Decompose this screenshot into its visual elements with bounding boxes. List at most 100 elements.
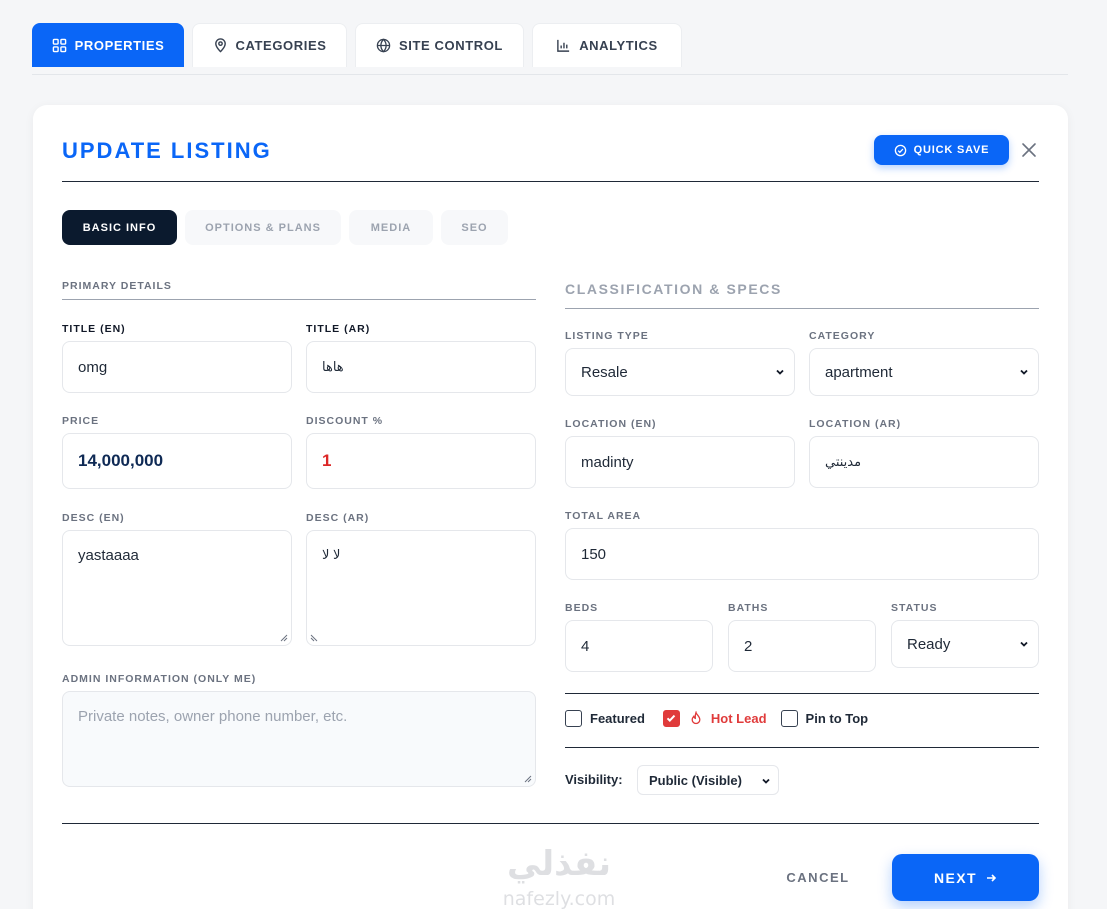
svg-text:nafezly.com: nafezly.com: [503, 888, 615, 909]
footer-divider: [62, 823, 1039, 824]
desc-en-value: yastaaaa: [78, 547, 139, 564]
subtab-label: SEO: [461, 221, 488, 234]
price-value: 14,000,000: [78, 451, 164, 470]
flags-top-divider: [565, 693, 1039, 694]
classification-heading: CLASSIFICATION & SPECS: [565, 281, 782, 297]
next-button[interactable]: NEXT: [892, 854, 1039, 901]
desc-en-label: DESC (EN): [62, 512, 125, 524]
subtab-options-plans[interactable]: OPTIONS & PLANS: [185, 210, 341, 245]
baths-label: BATHS: [728, 602, 769, 614]
check-circle-icon: [894, 144, 906, 156]
page-title: UPDATE LISTING: [62, 138, 272, 163]
header-divider: [62, 181, 1039, 182]
admin-info-label: ADMIN INFORMATION (ONLY ME): [62, 673, 257, 685]
status-label: STATUS: [891, 602, 938, 614]
total-area-input[interactable]: 150: [565, 528, 1039, 580]
subtab-label: MEDIA: [370, 221, 412, 234]
location-en-value: madinty: [581, 453, 634, 471]
discount-input[interactable]: 1: [306, 433, 536, 489]
category-select[interactable]: apartment: [809, 348, 1039, 396]
listing-type-label: LISTING TYPE: [565, 330, 649, 342]
featured-checkbox[interactable]: [565, 709, 582, 727]
next-label: NEXT: [934, 869, 977, 886]
title-ar-value: هاها: [322, 359, 344, 374]
baths-value: 2: [744, 637, 753, 655]
close-icon[interactable]: [1020, 141, 1038, 159]
visibility-select[interactable]: Public (Visible): [637, 765, 779, 795]
check-icon: [667, 714, 676, 723]
location-ar-label: LOCATION (AR): [809, 418, 902, 430]
listing-type-value: Resale: [581, 363, 628, 381]
featured-label: Featured: [590, 710, 645, 726]
svg-text:نفذلي: نفذلي: [507, 844, 611, 884]
watermark-logo: نفذلي nafezly.com: [503, 844, 615, 909]
admin-info-textarea[interactable]: Private notes, owner phone number, etc.: [62, 691, 536, 787]
location-en-input[interactable]: madinty: [565, 436, 795, 488]
hot-lead-checkbox[interactable]: [662, 709, 680, 727]
category-value: apartment: [825, 363, 893, 381]
resize-handle-icon[interactable]: [524, 775, 532, 783]
nav-tab-analytics[interactable]: ANALYTICS: [532, 23, 682, 67]
chevron-down-icon: [1020, 641, 1028, 647]
price-input[interactable]: 14,000,000: [62, 433, 292, 489]
price-label: PRICE: [62, 415, 100, 427]
location-ar-input[interactable]: مدينتي: [809, 436, 1039, 488]
total-area-value: 150: [581, 545, 607, 563]
grid-icon: [52, 38, 66, 53]
subtab-basic-info[interactable]: BASIC INFO: [62, 210, 177, 245]
title-en-label: TITLE (EN): [62, 323, 126, 335]
resize-handle-icon[interactable]: [280, 634, 288, 642]
nav-tab-categories[interactable]: CATEGORIES: [192, 23, 347, 67]
title-ar-input[interactable]: هاها: [306, 341, 536, 393]
flags-bottom-divider: [565, 747, 1039, 748]
globe-icon: [376, 38, 391, 53]
beds-label: BEDS: [565, 602, 599, 614]
location-ar-value: مدينتي: [825, 454, 862, 469]
desc-en-textarea[interactable]: yastaaaa: [62, 530, 292, 646]
pin-to-top-checkbox[interactable]: [780, 709, 798, 727]
status-value: Ready: [907, 635, 951, 653]
nav-tab-label: PROPERTIES: [74, 38, 165, 53]
visibility-label: Visibility:: [565, 772, 623, 787]
beds-input[interactable]: 4: [565, 620, 713, 672]
desc-ar-value: لا لا: [322, 547, 341, 562]
map-pin-icon: [214, 38, 226, 53]
pin-to-top-label: Pin to Top: [805, 710, 869, 726]
nav-tab-label: SITE CONTROL: [399, 38, 503, 53]
cancel-button[interactable]: CANCEL: [773, 867, 863, 887]
resize-handle-icon[interactable]: [310, 634, 318, 642]
top-nav: PROPERTIES CATEGORIES SITE CONTROL ANALY…: [32, 23, 1068, 75]
title-ar-label: TITLE (AR): [306, 323, 371, 335]
status-select[interactable]: Ready: [891, 620, 1039, 668]
nav-tab-properties[interactable]: PROPERTIES: [32, 23, 184, 67]
beds-value: 4: [581, 637, 590, 655]
visibility-value: Public (Visible): [649, 772, 742, 788]
arrow-right-icon: [986, 873, 997, 882]
listing-type-select[interactable]: Resale: [565, 348, 795, 396]
chevron-down-icon: [776, 369, 784, 375]
chevron-down-icon: [762, 778, 770, 784]
discount-label: DISCOUNT %: [306, 415, 384, 427]
admin-info-placeholder: Private notes, owner phone number, etc.: [78, 708, 348, 725]
location-en-label: LOCATION (EN): [565, 418, 657, 430]
nav-tab-site-control[interactable]: SITE CONTROL: [355, 23, 524, 67]
total-area-label: TOTAL AREA: [565, 510, 642, 522]
primary-details-divider: [62, 299, 536, 300]
update-listing-card: UPDATE LISTING QUICK SAVE BASIC INFO OPT…: [33, 105, 1068, 909]
flame-icon: [691, 710, 701, 724]
desc-ar-textarea[interactable]: لا لا: [306, 530, 536, 646]
primary-details-heading: PRIMARY DETAILS: [62, 280, 172, 292]
bar-chart-icon: [557, 39, 570, 52]
classification-divider: [565, 308, 1039, 309]
category-label: CATEGORY: [809, 330, 876, 342]
title-en-input[interactable]: omg: [62, 341, 292, 393]
discount-value: 1: [322, 451, 332, 470]
subtab-media[interactable]: MEDIA: [349, 210, 433, 245]
title-en-value: omg: [78, 358, 108, 376]
subtab-label: BASIC INFO: [82, 221, 157, 234]
quick-save-button[interactable]: QUICK SAVE: [874, 135, 1009, 165]
subtab-seo[interactable]: SEO: [441, 210, 508, 245]
chevron-down-icon: [1020, 369, 1028, 375]
desc-ar-label: DESC (AR): [306, 512, 370, 524]
baths-input[interactable]: 2: [728, 620, 876, 672]
